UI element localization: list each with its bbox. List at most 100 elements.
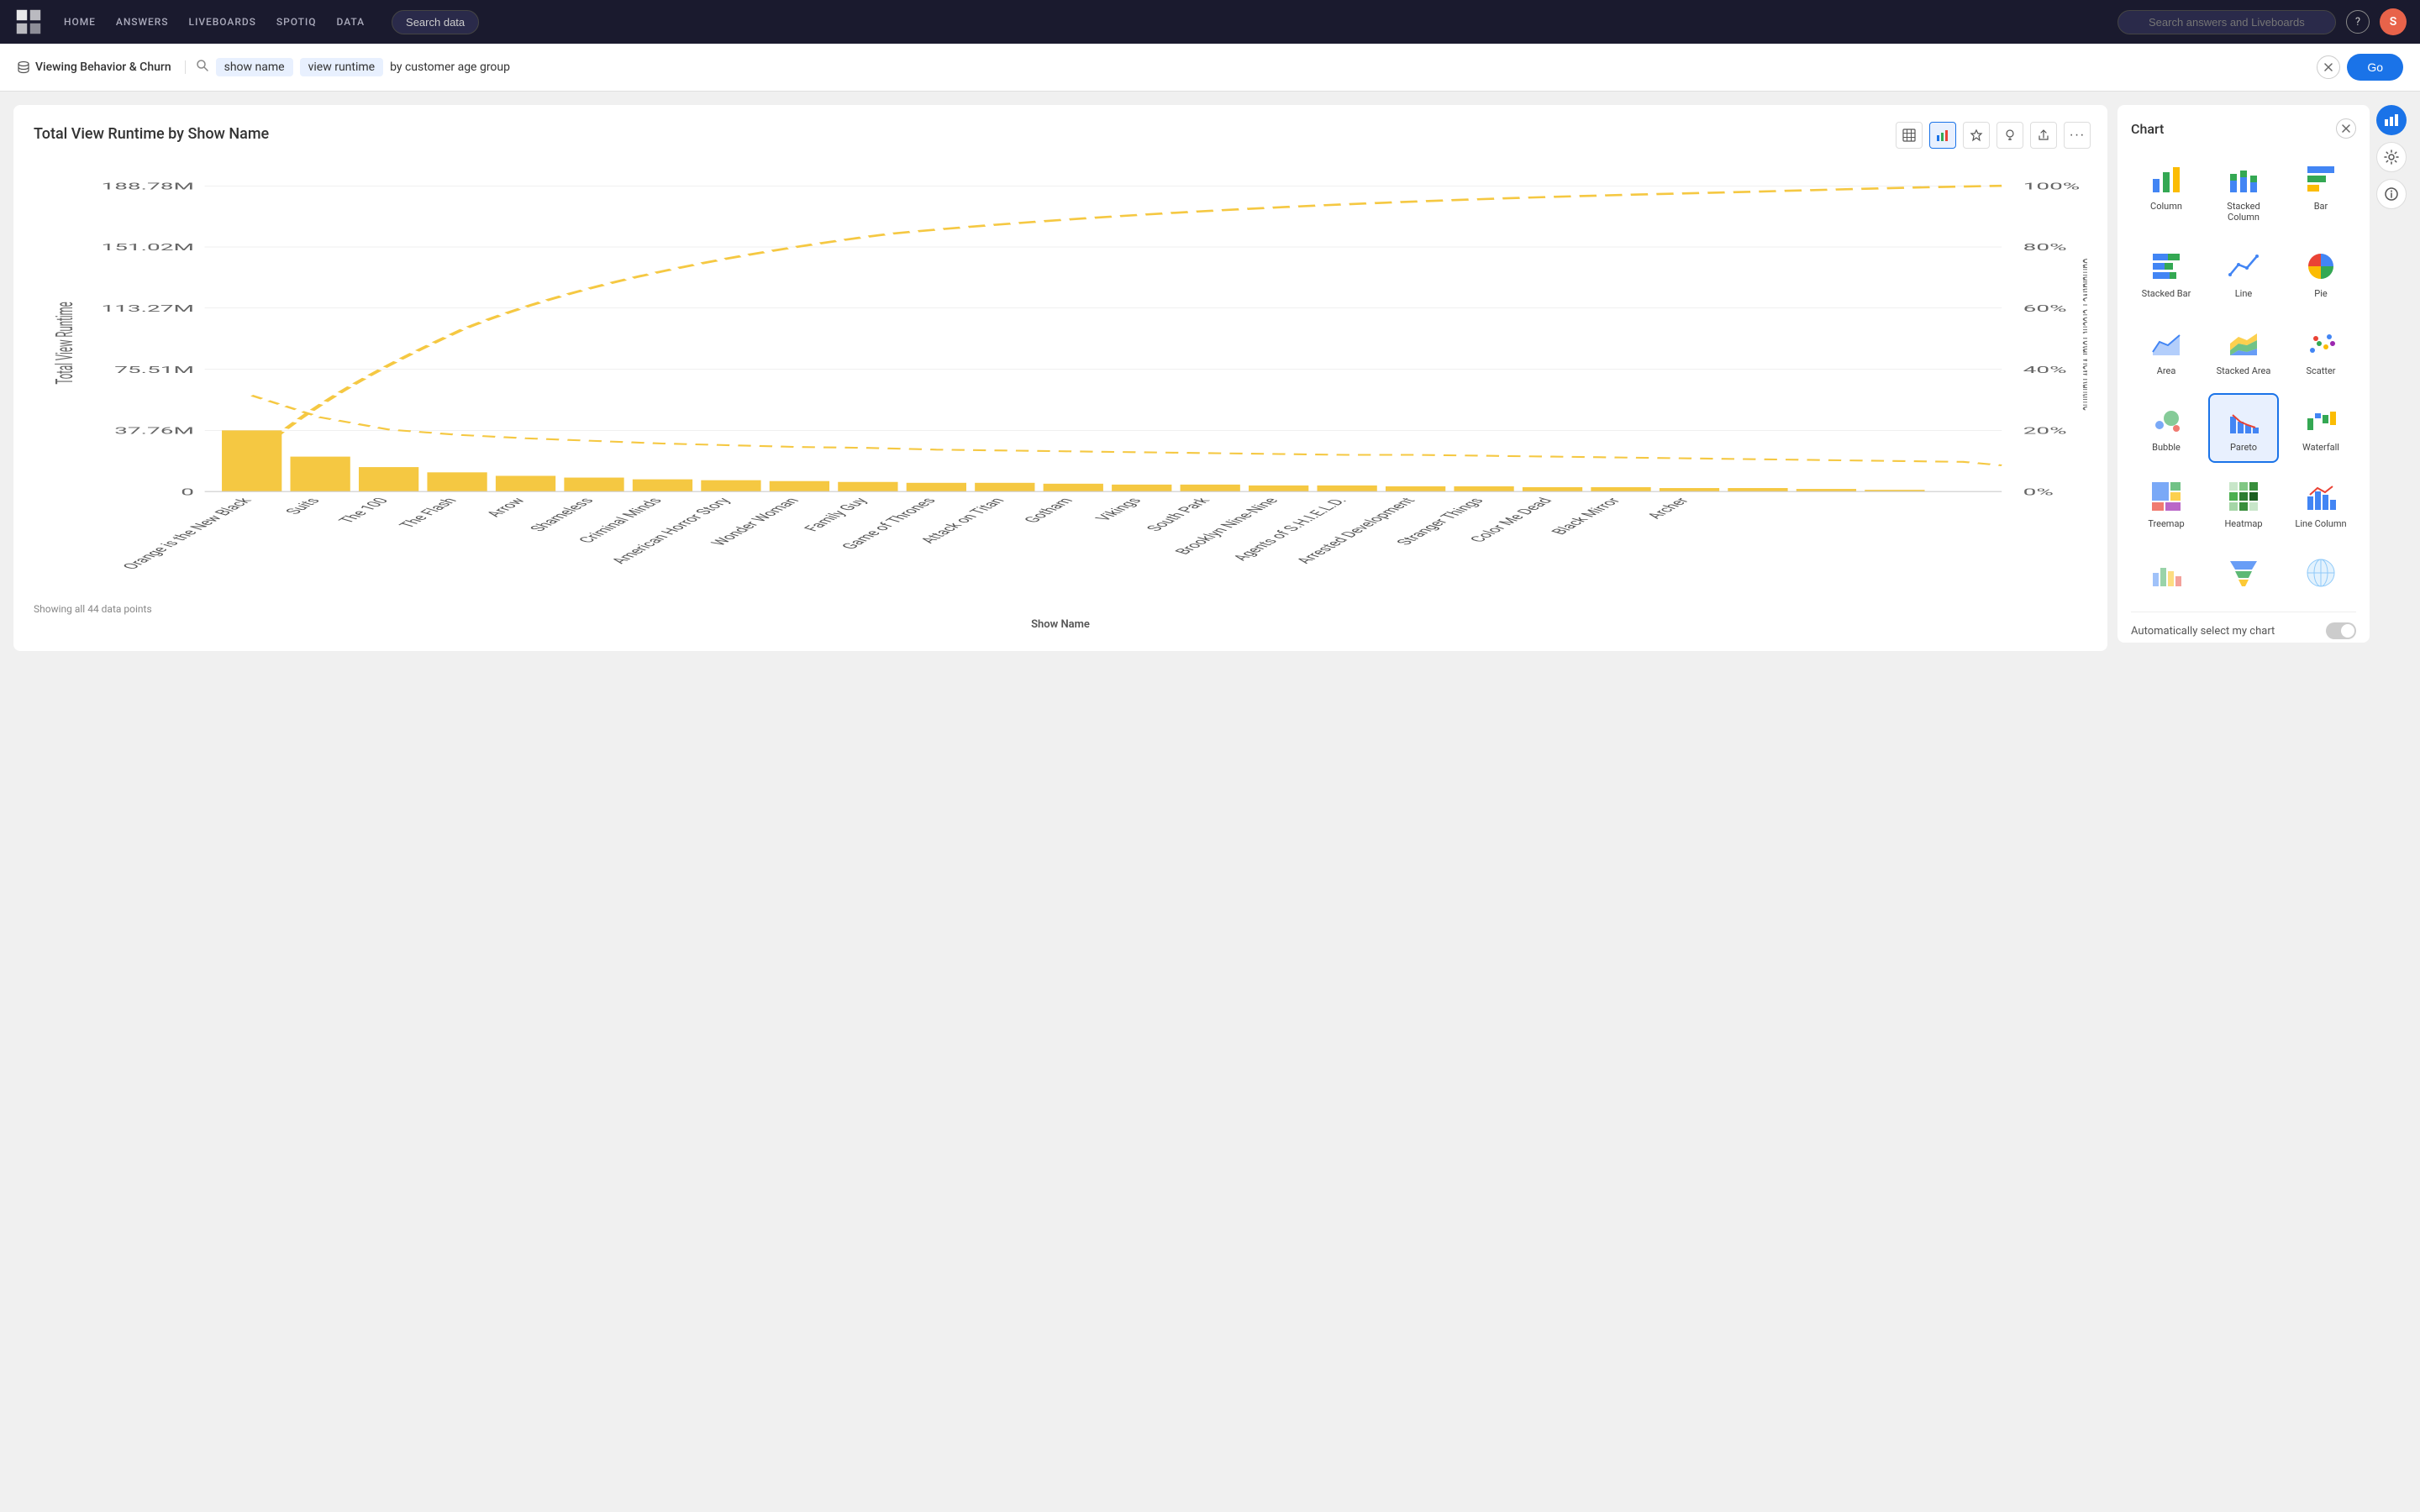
side-actions xyxy=(2376,105,2407,651)
chart-types-grid: Column Stacked Column xyxy=(2131,152,2356,605)
chart-type-row4-1[interactable] xyxy=(2131,546,2202,605)
search-answers-input[interactable] xyxy=(2118,10,2336,34)
chart-type-heatmap-label: Heatmap xyxy=(2224,518,2262,529)
chart-type-line-column[interactable]: Line Column xyxy=(2286,470,2356,539)
auto-select-toggle[interactable] xyxy=(2326,622,2356,639)
svg-text:188.78M: 188.78M xyxy=(101,181,193,192)
chart-type-geo[interactable] xyxy=(2286,546,2356,605)
chart-type-stacked-area[interactable]: Stacked Area xyxy=(2208,317,2279,386)
chart-type-line[interactable]: Line xyxy=(2208,239,2279,309)
chart-type-funnel[interactable] xyxy=(2208,546,2279,605)
chart-type-column[interactable]: Column xyxy=(2131,152,2202,233)
chart-type-line-label: Line xyxy=(2235,288,2253,299)
chart-type-scatter[interactable]: Scatter xyxy=(2286,317,2356,386)
chart-type-stacked-bar[interactable]: Stacked Bar xyxy=(2131,239,2202,309)
svg-text:The Flash: The Flash xyxy=(396,496,461,529)
chart-type-treemap[interactable]: Treemap xyxy=(2131,470,2202,539)
chart-svg-area: 188.78M 151.02M 113.27M 75.51M 37.76M 0 … xyxy=(34,160,2087,596)
chart-type-scatter-label: Scatter xyxy=(2306,365,2335,376)
chart-type-stacked-column[interactable]: Stacked Column xyxy=(2208,152,2279,233)
info-side-button[interactable] xyxy=(2376,179,2407,209)
pin-button[interactable] xyxy=(1963,122,1990,149)
chart-panel-close-button[interactable] xyxy=(2336,118,2356,139)
search-bar-actions: Go xyxy=(2317,54,2403,81)
chart-toolbar: ··· xyxy=(1896,122,2091,149)
chart-panel-title: Chart xyxy=(2131,121,2164,137)
chart-panel-header: Chart xyxy=(2131,118,2356,139)
svg-text:100%: 100% xyxy=(2023,181,2081,192)
table-view-button[interactable] xyxy=(1896,122,1923,149)
svg-text:0: 0 xyxy=(181,486,194,497)
token-by-customer-age-group: by customer age group xyxy=(390,60,510,74)
chart-type-stacked-bar-label: Stacked Bar xyxy=(2142,288,2191,299)
svg-text:South Park: South Park xyxy=(1143,496,1214,533)
chart-type-pareto-label: Pareto xyxy=(2230,442,2257,453)
svg-text:Cumulative Percent Total View: Cumulative Percent Total View Runtime xyxy=(2077,258,2087,411)
main-content: Total View Runtime by Show Name xyxy=(0,92,2420,664)
svg-text:Total View Runtime: Total View Runtime xyxy=(51,302,79,384)
avatar-button[interactable]: S xyxy=(2380,8,2407,35)
settings-side-button[interactable] xyxy=(2376,142,2407,172)
auto-select-label: Automatically select my chart xyxy=(2131,625,2275,638)
chart-type-heatmap[interactable]: Heatmap xyxy=(2208,470,2279,539)
datasource-name: Viewing Behavior & Churn xyxy=(35,60,171,74)
nav-home[interactable]: HOME xyxy=(64,13,96,31)
chart-type-bubble-label: Bubble xyxy=(2152,442,2181,453)
svg-text:20%: 20% xyxy=(2023,425,2067,436)
chart-side-button[interactable] xyxy=(2376,105,2407,135)
chart-type-line-column-label: Line Column xyxy=(2295,518,2346,529)
share-button[interactable] xyxy=(2030,122,2057,149)
svg-text:Vikings: Vikings xyxy=(1092,496,1146,522)
auto-select-row: Automatically select my chart xyxy=(2131,612,2356,639)
search-bar: Viewing Behavior & Churn show name view … xyxy=(0,44,2420,92)
svg-text:Shameless: Shameless xyxy=(527,496,599,533)
chart-type-bubble[interactable]: Bubble xyxy=(2131,393,2202,463)
nav-liveboards[interactable]: LIVEBOARDS xyxy=(189,13,256,31)
svg-text:Arrow: Arrow xyxy=(483,496,530,518)
svg-text:40%: 40% xyxy=(2023,365,2067,375)
logo[interactable] xyxy=(13,7,44,37)
token-view-runtime[interactable]: view runtime xyxy=(300,58,383,76)
insight-button[interactable] xyxy=(1996,122,2023,149)
svg-text:American Horror Story: American Horror Story xyxy=(608,496,735,566)
svg-text:Black Mirror: Black Mirror xyxy=(1548,496,1625,536)
token-show-name[interactable]: show name xyxy=(216,58,293,76)
chart-container: Total View Runtime by Show Name xyxy=(13,105,2107,651)
nav-data[interactable]: DATA xyxy=(337,13,366,31)
chart-type-pareto[interactable]: Pareto xyxy=(2208,393,2279,463)
datasource-label[interactable]: Viewing Behavior & Churn xyxy=(17,60,186,74)
svg-text:Suits: Suits xyxy=(282,496,325,516)
search-icon xyxy=(196,59,209,76)
svg-text:The 100: The 100 xyxy=(335,496,393,525)
search-answers-wrap xyxy=(2118,10,2336,34)
chart-type-bar[interactable]: Bar xyxy=(2286,152,2356,233)
svg-text:0%: 0% xyxy=(2023,486,2054,497)
database-icon xyxy=(17,60,30,74)
chart-type-column-label: Column xyxy=(2150,201,2182,212)
chart-type-stacked-area-label: Stacked Area xyxy=(2217,365,2271,376)
chart-type-pie-label: Pie xyxy=(2314,288,2327,299)
nav-spotiq[interactable]: SPOTIQ xyxy=(276,13,317,31)
chart-type-area-label: Area xyxy=(2157,365,2176,376)
navbar: HOME ANSWERS LIVEBOARDS SPOTIQ DATA Sear… xyxy=(0,0,2420,44)
svg-text:Orange is the New Black: Orange is the New Black xyxy=(119,496,256,571)
chart-type-waterfall[interactable]: Waterfall xyxy=(2286,393,2356,463)
nav-answers[interactable]: ANSWERS xyxy=(116,13,169,31)
chart-type-area[interactable]: Area xyxy=(2131,317,2202,386)
help-button[interactable]: ? xyxy=(2346,10,2370,34)
svg-text:80%: 80% xyxy=(2023,242,2067,253)
svg-text:113.27M: 113.27M xyxy=(101,303,193,314)
chart-panel: Chart Column xyxy=(2118,105,2370,643)
clear-button[interactable] xyxy=(2317,55,2340,79)
more-options-button[interactable]: ··· xyxy=(2064,122,2091,149)
chart-type-waterfall-label: Waterfall xyxy=(2302,442,2339,453)
go-button[interactable]: Go xyxy=(2347,54,2403,81)
chart-type-stacked-column-label: Stacked Column xyxy=(2215,201,2272,223)
svg-text:151.02M: 151.02M xyxy=(101,242,193,253)
chart-view-button[interactable] xyxy=(1929,122,1956,149)
nav-links: HOME ANSWERS LIVEBOARDS SPOTIQ DATA xyxy=(64,13,365,31)
search-data-button[interactable]: Search data xyxy=(392,10,479,34)
svg-text:Gotham: Gotham xyxy=(1021,496,1078,524)
chart-type-pie[interactable]: Pie xyxy=(2286,239,2356,309)
chart-footer: Showing all 44 data points xyxy=(34,603,2087,615)
